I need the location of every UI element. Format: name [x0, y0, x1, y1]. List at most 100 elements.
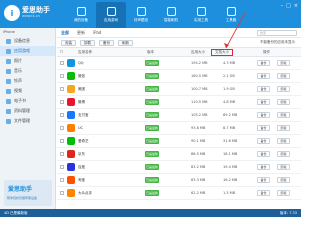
uninstall-button[interactable]: 卸载 [80, 39, 95, 46]
backup-row-button[interactable]: 备份 [257, 177, 270, 183]
row-checkbox[interactable] [60, 152, 64, 156]
close-icon[interactable]: × [294, 3, 298, 9]
sidebar-item-ringtones[interactable]: 铃声 [0, 76, 55, 86]
folder-icon [6, 108, 11, 114]
promo-logo: 爱思助手 [8, 186, 33, 193]
backup-row-button[interactable]: 备份 [257, 164, 270, 170]
tab-all[interactable]: 全部 [61, 30, 69, 36]
nav-my-device[interactable]: 我的设备 [66, 2, 96, 28]
sidebar-item-label: 电子书 [14, 98, 26, 103]
uninstall-row-button[interactable]: 卸载 [277, 138, 290, 144]
select-all-checkbox[interactable]: ☐ [60, 50, 63, 54]
app-size: 105.2 MB [191, 113, 208, 117]
app-window: i 爱思助手 www.i4.cn 我的设备 应用游戏 铃声壁纸 智能刷机 实用工… [0, 0, 301, 217]
backup-row-button[interactable]: 备份 [257, 112, 270, 118]
tab-update[interactable]: 更新 [77, 30, 85, 36]
row-checkbox[interactable] [60, 165, 64, 169]
table-row[interactable]: 大众点评 已是最新 62.2 MB 1.5 MB 备份 卸载 [57, 187, 301, 200]
sort-highlight-box [211, 49, 233, 56]
uninstall-row-button[interactable]: 卸载 [277, 177, 290, 183]
table-row[interactable]: UC 已是最新 93.8 MB 8.7 MB 备份 卸载 [57, 122, 301, 135]
uninstall-row-button[interactable]: 卸载 [277, 112, 290, 118]
maximize-icon[interactable]: □ [286, 3, 291, 9]
table-row[interactable]: 美团 已是最新 100.7 MB 1.9 GB 备份 卸载 [57, 83, 301, 96]
sidebar-item-photos[interactable]: 照片 [0, 56, 55, 66]
window-controls: – □ × [281, 3, 298, 9]
backup-row-button[interactable]: 备份 [257, 60, 270, 66]
col-name[interactable]: 应用名称 [78, 50, 92, 55]
col-size[interactable]: 应用大小 [191, 50, 205, 55]
backup-row-button[interactable]: 备份 [257, 86, 270, 92]
version-badge: 已是最新 [145, 73, 159, 79]
backup-row-button[interactable]: 备份 [257, 190, 270, 196]
uninstall-row-button[interactable]: 卸载 [277, 151, 290, 157]
nav-flash[interactable]: 智能刷机 [156, 2, 186, 28]
uninstall-row-button[interactable]: 卸载 [277, 73, 290, 79]
row-checkbox[interactable] [60, 74, 64, 78]
row-checkbox[interactable] [60, 178, 64, 182]
sidebar-item-apps[interactable]: 应用游戏 [0, 46, 55, 56]
app-name: 淘宝 [78, 178, 85, 182]
uninstall-row-button[interactable]: 卸载 [277, 125, 290, 131]
search-input[interactable]: 搜索 [257, 30, 297, 36]
row-checkbox[interactable] [60, 113, 64, 117]
backup-button[interactable]: 备份 [99, 39, 114, 46]
row-checkbox[interactable] [60, 100, 64, 104]
app-size: 83.2 MB [191, 165, 206, 169]
sidebar-item-files[interactable]: 文件管理 [0, 116, 55, 126]
app-size: 194.2 MB [191, 61, 208, 65]
backup-row-button[interactable]: 备份 [257, 99, 270, 105]
table-row[interactable]: 支付宝 已是最新 105.2 MB 89.2 MB 备份 卸载 [57, 109, 301, 122]
sidebar-item-data[interactable]: 资料管理 [0, 106, 55, 116]
data-size: 4.8 MB [223, 100, 236, 104]
uninstall-row-button[interactable]: 卸载 [277, 99, 290, 105]
table-row[interactable]: 淘宝 已是最新 63.3 MB 16.2 MB 备份 卸载 [57, 174, 301, 187]
backup-row-button[interactable]: 备份 [257, 138, 270, 144]
table-row[interactable]: 微信 已是最新 160.5 MB 2.1 GB 备份 卸载 [57, 70, 301, 83]
backup-row-button[interactable]: 备份 [257, 125, 270, 131]
status-bar: 4D 已是最新版 版本: 7.33 [0, 209, 301, 217]
tab-ipad[interactable]: iPad [93, 30, 101, 35]
minimize-icon[interactable]: – [281, 3, 284, 9]
table-row[interactable]: 百度 已是最新 83.2 MB 19.4 MB 备份 卸载 [57, 161, 301, 174]
sidebar-promo[interactable]: 爱思助手 帮你轻松管理苹果设备 [4, 180, 52, 206]
sidebar: iPhone 设备信息 应用游戏 照片 音乐 铃声 视频 电子书 资料管理 文件… [0, 28, 56, 209]
table-row[interactable]: QQ 已是最新 194.2 MB 4.3 MB 备份 卸载 [57, 57, 301, 70]
nav-tools[interactable]: 实用工具 [186, 2, 216, 28]
uninstall-row-button[interactable]: 卸载 [277, 60, 290, 66]
nav-ringtones[interactable]: 铃声壁纸 [126, 2, 156, 28]
app-icon [67, 98, 75, 106]
filter-label[interactable]: 不能备份的应用未显示 [260, 40, 295, 45]
uninstall-row-button[interactable]: 卸载 [277, 164, 290, 170]
col-version[interactable]: 版本 [147, 50, 154, 55]
table-row[interactable]: 京东 已是最新 86.5 MB 18.1 MB 备份 卸载 [57, 148, 301, 161]
app-icon [67, 189, 75, 197]
row-checkbox[interactable] [60, 87, 64, 91]
sidebar-item-ebooks[interactable]: 电子书 [0, 96, 55, 106]
uninstall-row-button[interactable]: 卸载 [277, 190, 290, 196]
book-icon [6, 98, 11, 104]
nav-label: 我的设备 [74, 18, 88, 22]
table-row[interactable]: 微博 已是最新 110.5 MB 4.8 MB 备份 卸载 [57, 96, 301, 109]
nav-apps[interactable]: 应用游戏 [96, 2, 126, 28]
backup-row-button[interactable]: 备份 [257, 151, 270, 157]
data-size: 31.6 MB [223, 139, 238, 143]
table-row[interactable]: 爱奇艺 已是最新 90.1 MB 31.6 MB 备份 卸载 [57, 135, 301, 148]
data-size: 1.9 GB [223, 87, 235, 91]
uninstall-row-button[interactable]: 卸载 [277, 86, 290, 92]
row-checkbox[interactable] [60, 61, 64, 65]
version-badge: 已是最新 [145, 60, 159, 66]
sidebar-item-music[interactable]: 音乐 [0, 66, 55, 76]
data-size: 19.4 MB [223, 165, 238, 169]
device-icon [76, 7, 86, 16]
row-checkbox[interactable] [60, 126, 64, 130]
backup-row-button[interactable]: 备份 [257, 73, 270, 79]
nav-toolbox[interactable]: 工具箱 [216, 2, 246, 28]
sidebar-item-device-info[interactable]: 设备信息 [0, 36, 55, 46]
refresh-button[interactable]: 刷新 [118, 39, 133, 46]
install-button[interactable]: 安装 [61, 39, 76, 46]
sidebar-item-video[interactable]: 视频 [0, 86, 55, 96]
row-checkbox[interactable] [60, 191, 64, 195]
row-checkbox[interactable] [60, 139, 64, 143]
app-name: 百度 [78, 165, 85, 169]
